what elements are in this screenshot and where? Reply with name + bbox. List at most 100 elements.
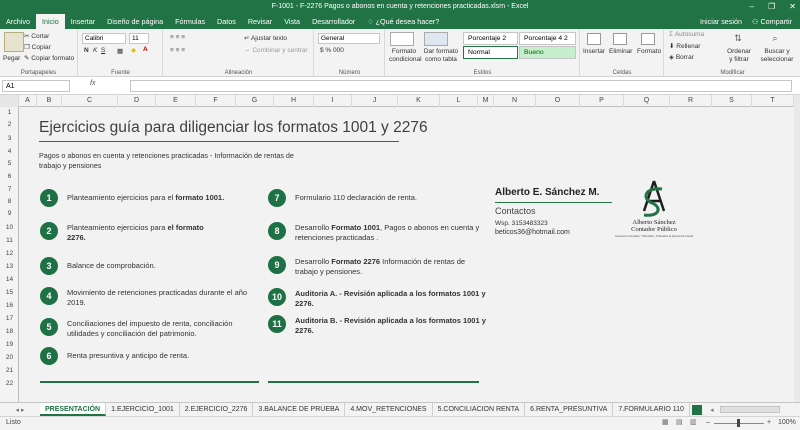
- style-porcentaje-4[interactable]: Porcentaje 4 2: [519, 32, 576, 45]
- view-layout-icon[interactable]: ▤: [676, 418, 683, 426]
- cut-button[interactable]: ✂ Cortar: [24, 32, 49, 40]
- row-header[interactable]: 10: [0, 224, 19, 231]
- restore-icon[interactable]: ❐: [768, 0, 775, 14]
- col-header[interactable]: A: [19, 95, 37, 107]
- sheet-tab-3[interactable]: 3.BALANCE DE PRUEBA: [253, 403, 346, 416]
- minimize-icon[interactable]: –: [750, 0, 754, 14]
- align-top-icon[interactable]: ≡ ≡ ≡: [170, 34, 185, 41]
- col-header[interactable]: J: [352, 95, 398, 107]
- tab-inicio[interactable]: Inicio: [35, 14, 65, 29]
- zoom-level[interactable]: 100%: [778, 419, 796, 426]
- horizontal-scrollbar[interactable]: [719, 406, 780, 413]
- row-header[interactable]: 11: [0, 237, 19, 244]
- format-painter-button[interactable]: ✎ Copiar formato: [24, 54, 74, 62]
- exercise-item-4[interactable]: 4 Movimiento de retenciones practicadas …: [40, 287, 260, 308]
- col-header[interactable]: C: [62, 95, 118, 107]
- col-header[interactable]: I: [314, 95, 352, 107]
- style-porcentaje-2[interactable]: Porcentaje 2: [463, 32, 518, 45]
- sheet-tab-6[interactable]: 6.RENTA_PRESUNTIVA: [525, 403, 614, 416]
- exercise-item-2[interactable]: 2 Planteamiento ejercicios para el forma…: [40, 222, 240, 243]
- row-header[interactable]: 12: [0, 250, 19, 257]
- autosum-button[interactable]: Σ Autosuma: [669, 31, 704, 38]
- clear-button[interactable]: ◈ Borrar: [669, 53, 694, 61]
- row-header[interactable]: 16: [0, 302, 19, 309]
- conditional-format-button[interactable]: Formato condicional: [389, 48, 422, 64]
- close-icon[interactable]: ✕: [789, 0, 796, 14]
- font-name-select[interactable]: Calibri: [82, 33, 126, 44]
- exercise-item-10[interactable]: 10 Auditoria A. - Revisión aplicada a lo…: [268, 288, 488, 309]
- row-header[interactable]: 14: [0, 276, 19, 283]
- worksheet-area[interactable]: Ejercicios guía para diligenciar los for…: [19, 107, 794, 402]
- col-header[interactable]: P: [580, 95, 624, 107]
- number-format-select[interactable]: General: [318, 33, 380, 44]
- row-header[interactable]: 6: [0, 173, 19, 180]
- zoom-out-button[interactable]: –: [706, 419, 710, 426]
- vertical-scrollbar[interactable]: [794, 95, 800, 402]
- row-header[interactable]: 18: [0, 328, 19, 335]
- row-header[interactable]: 7: [0, 186, 19, 193]
- merge-button[interactable]: ⇔ Combinar y centrar: [244, 47, 308, 54]
- underline-button[interactable]: S: [101, 47, 105, 54]
- col-header[interactable]: H: [274, 95, 314, 107]
- view-pagebreak-icon[interactable]: ▥: [690, 418, 697, 426]
- col-header[interactable]: O: [536, 95, 580, 107]
- find-select-button[interactable]: Buscar y seleccionar: [757, 48, 797, 64]
- col-header[interactable]: M: [478, 95, 494, 107]
- font-size-select[interactable]: 11: [129, 33, 149, 44]
- row-header[interactable]: 15: [0, 289, 19, 296]
- share-button[interactable]: ⚇ Compartir: [752, 17, 792, 26]
- more-sheets-icon[interactable]: [691, 404, 702, 415]
- row-header[interactable]: 5: [0, 160, 19, 167]
- col-header[interactable]: R: [670, 95, 712, 107]
- row-header[interactable]: 9: [0, 210, 19, 217]
- italic-button[interactable]: K: [93, 47, 97, 54]
- paste-button[interactable]: Pegar: [3, 55, 20, 62]
- row-header[interactable]: 3: [0, 135, 19, 142]
- tab-formulas[interactable]: Fórmulas: [169, 14, 211, 29]
- row-header[interactable]: 19: [0, 341, 19, 348]
- exercise-item-6[interactable]: 6 Renta presuntiva y anticipo de renta.: [40, 347, 260, 365]
- format-as-table-button[interactable]: Dar formato como tabla: [422, 48, 460, 64]
- col-header[interactable]: N: [494, 95, 536, 107]
- tell-me-search[interactable]: ♢ ¿Qué desea hacer?: [361, 14, 445, 29]
- row-header[interactable]: 20: [0, 354, 19, 361]
- view-normal-icon[interactable]: ▦: [662, 418, 669, 426]
- exercise-item-9[interactable]: 9 Desarrollo Formato 2276 Información de…: [268, 256, 488, 277]
- col-header[interactable]: E: [156, 95, 196, 107]
- col-header[interactable]: G: [236, 95, 274, 107]
- signin-link[interactable]: Iniciar sesión: [700, 17, 742, 26]
- zoom-in-button[interactable]: +: [767, 419, 771, 426]
- row-header[interactable]: 2: [0, 121, 19, 128]
- currency-icon[interactable]: $ % 000: [320, 47, 344, 54]
- delete-button[interactable]: Eliminar: [609, 48, 632, 55]
- sheet-tab-presentacion[interactable]: PRESENTACIÓN: [40, 403, 107, 416]
- tab-insertar[interactable]: Insertar: [65, 14, 101, 29]
- align-left-icon[interactable]: ≡ ≡ ≡: [170, 47, 185, 54]
- row-header[interactable]: 8: [0, 198, 19, 205]
- tab-revisar[interactable]: Revisar: [242, 14, 278, 29]
- copy-button[interactable]: ❐ Copiar: [24, 43, 51, 51]
- fill-color-icon[interactable]: ◆: [131, 46, 136, 54]
- col-header[interactable]: F: [196, 95, 236, 107]
- sheet-tab-5[interactable]: 5.CONCILIACION RENTA: [433, 403, 526, 416]
- row-header[interactable]: 13: [0, 263, 19, 270]
- wrap-text-button[interactable]: ↵ Ajustar texto: [244, 34, 287, 42]
- tab-desarrollador[interactable]: Desarrollador: [306, 14, 361, 29]
- exercise-item-1[interactable]: 1 Planteamiento ejercicios para el forma…: [40, 189, 260, 207]
- exercise-item-8[interactable]: 8 Desarrollo Formato 1001, Pagos o abono…: [268, 222, 488, 243]
- exercise-item-5[interactable]: 5 Conciliaciones del impuesto de renta, …: [40, 318, 260, 339]
- style-normal[interactable]: Normal: [463, 46, 518, 59]
- font-color-icon[interactable]: A: [143, 46, 148, 53]
- exercise-item-3[interactable]: 3 Balance de comprobación.: [40, 257, 260, 275]
- tab-datos[interactable]: Datos: [211, 14, 242, 29]
- format-button[interactable]: Formato: [637, 48, 661, 55]
- sheet-nav-arrows[interactable]: ◂ ▸: [0, 406, 40, 414]
- col-header[interactable]: S: [712, 95, 752, 107]
- bold-button[interactable]: N: [84, 47, 89, 54]
- row-header[interactable]: 22: [0, 380, 19, 387]
- sheet-tab-2[interactable]: 2.EJERCICIO_2276: [180, 403, 254, 416]
- sheet-tab-1[interactable]: 1.EJERCICIO_1001: [106, 403, 180, 416]
- row-header[interactable]: 4: [0, 148, 19, 155]
- tab-archivo[interactable]: Archivo: [0, 14, 36, 29]
- row-header[interactable]: 21: [0, 367, 19, 374]
